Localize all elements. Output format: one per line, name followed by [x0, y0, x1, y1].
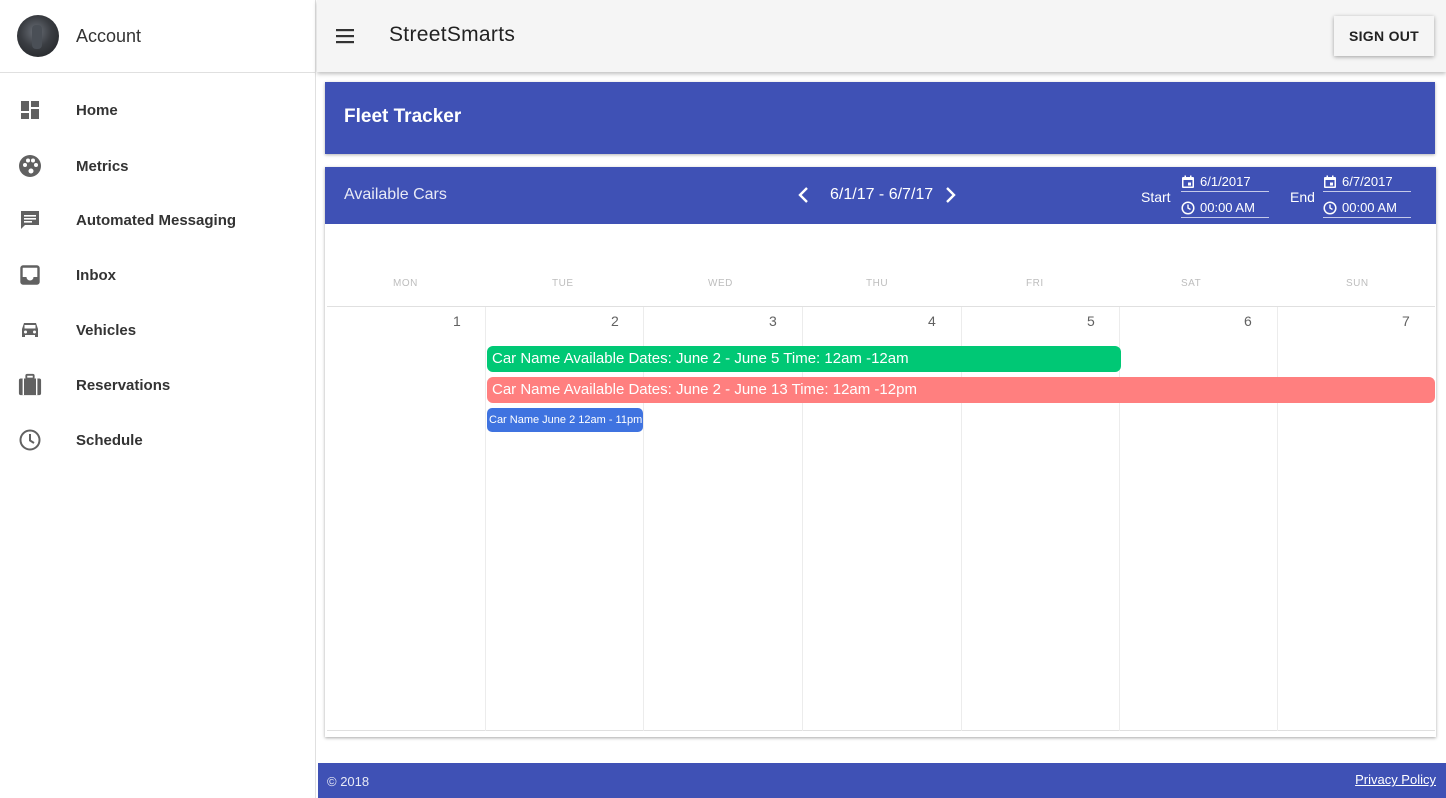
account-header[interactable]: Account: [0, 0, 315, 73]
sidebar-item-reservations[interactable]: Reservations: [0, 365, 315, 405]
app-title: StreetSmarts: [389, 23, 516, 46]
end-time-field[interactable]: 00:00 AM: [1323, 198, 1411, 218]
date-cell-number[interactable]: 3: [769, 313, 777, 329]
weekday-label: TUE: [552, 278, 574, 289]
end-date-value: 6/7/2017: [1342, 174, 1393, 189]
end-label: End: [1290, 189, 1315, 205]
sidebar-item-automated-messaging[interactable]: Automated Messaging: [0, 200, 315, 240]
sidebar-item-inbox[interactable]: Inbox: [0, 255, 315, 295]
chat-message-icon: [18, 208, 42, 232]
calendar-title: Available Cars: [344, 186, 447, 203]
palette-icon: [18, 154, 42, 178]
car-icon: [18, 318, 42, 342]
column-divider: [1119, 307, 1120, 731]
top-app-bar: StreetSmarts SIGN OUT: [317, 0, 1446, 72]
calendar-card: Available Cars 6/1/17 - 6/7/17 Start 6/1…: [325, 167, 1436, 737]
sidebar-item-label: Vehicles: [76, 321, 137, 339]
sidebar: Account Home Metrics Automated Messaging…: [0, 0, 316, 798]
chevron-left-icon[interactable]: [793, 184, 813, 206]
sidebar-item-label: Home: [76, 101, 118, 119]
weekday-label: MON: [393, 278, 418, 289]
date-cell-number[interactable]: 7: [1402, 313, 1410, 329]
calendar-icon: [1323, 175, 1337, 189]
date-cell-number[interactable]: 6: [1244, 313, 1252, 329]
date-cell-number[interactable]: 2: [611, 313, 619, 329]
clock-icon: [1181, 201, 1195, 215]
calendar-grid: 1 2 3 4 5 6 7 Car Name Available Dates: …: [327, 307, 1435, 731]
avatar[interactable]: [17, 15, 59, 57]
luggage-icon: [18, 373, 42, 397]
footer: © 2018 Privacy Policy: [318, 763, 1446, 798]
column-divider: [1277, 307, 1278, 731]
calendar-event[interactable]: Car Name June 2 12am - 11pm: [487, 408, 643, 432]
calendar-event[interactable]: Car Name Available Dates: June 2 - June …: [487, 377, 1435, 403]
clock-icon: [18, 428, 42, 452]
end-date-field[interactable]: 6/7/2017: [1323, 172, 1411, 192]
sidebar-item-label: Automated Messaging: [76, 211, 237, 229]
date-range: 6/1/17 - 6/7/17: [830, 186, 934, 203]
sidebar-item-label: Inbox: [76, 266, 116, 284]
copyright-text: © 2018: [327, 774, 370, 789]
hamburger-menu-icon[interactable]: [333, 24, 357, 48]
date-cell-number[interactable]: 1: [453, 313, 461, 329]
start-label: Start: [1141, 189, 1171, 205]
weekday-label: FRI: [1026, 278, 1044, 289]
start-time-field[interactable]: 00:00 AM: [1181, 198, 1269, 218]
weekday-label: WED: [708, 278, 733, 289]
calendar-event[interactable]: Car Name Available Dates: June 2 - June …: [487, 346, 1121, 372]
privacy-policy-link[interactable]: Privacy Policy: [1355, 772, 1436, 787]
weekday-label: SUN: [1346, 278, 1369, 289]
sidebar-item-metrics[interactable]: Metrics: [0, 146, 315, 186]
column-divider: [485, 307, 486, 731]
sidebar-item-home[interactable]: Home: [0, 90, 315, 130]
sidebar-item-label: Schedule: [76, 431, 143, 449]
clock-icon: [1323, 201, 1337, 215]
page-title: Fleet Tracker: [344, 106, 462, 127]
end-time-value: 00:00 AM: [1342, 200, 1397, 215]
weekday-label: SAT: [1181, 278, 1202, 289]
dashboard-icon: [18, 98, 42, 122]
inbox-icon: [18, 263, 42, 287]
start-date-field[interactable]: 6/1/2017: [1181, 172, 1269, 192]
account-label: Account: [76, 25, 142, 46]
weekday-header: MON TUE WED THU FRI SAT SUN: [327, 225, 1435, 307]
sidebar-item-label: Reservations: [76, 376, 171, 394]
page-header: Fleet Tracker: [325, 82, 1435, 154]
sidebar-item-label: Metrics: [76, 157, 129, 175]
weekday-label: THU: [866, 278, 889, 289]
calendar-icon: [1181, 175, 1195, 189]
chevron-right-icon[interactable]: [941, 184, 961, 206]
sidebar-item-schedule[interactable]: Schedule: [0, 420, 315, 460]
date-cell-number[interactable]: 4: [928, 313, 936, 329]
calendar-toolbar: Available Cars 6/1/17 - 6/7/17 Start 6/1…: [325, 167, 1436, 224]
start-date-value: 6/1/2017: [1200, 174, 1251, 189]
sidebar-item-vehicles[interactable]: Vehicles: [0, 310, 315, 350]
sign-out-button[interactable]: SIGN OUT: [1334, 16, 1434, 56]
date-cell-number[interactable]: 5: [1087, 313, 1095, 329]
start-time-value: 00:00 AM: [1200, 200, 1255, 215]
